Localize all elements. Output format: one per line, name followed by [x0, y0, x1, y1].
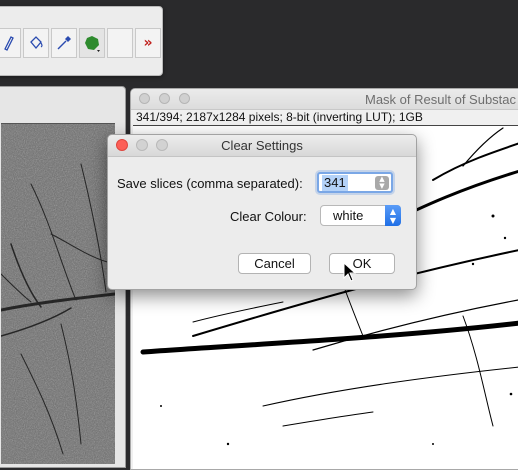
- mask-window-close-icon[interactable]: [139, 93, 150, 104]
- mask-window-zoom-icon[interactable]: [179, 93, 190, 104]
- flood-fill-icon: [30, 36, 43, 50]
- more-tools-label: »: [143, 35, 153, 51]
- slices-input-value: 341: [322, 175, 348, 191]
- mask-window-minimize-icon[interactable]: [159, 93, 170, 104]
- mouse-pointer-icon: [343, 262, 357, 282]
- brush-tool-button[interactable]: [79, 28, 105, 58]
- slices-label: Save slices (comma separated):: [117, 176, 303, 191]
- slices-input[interactable]: 341 ▲ ▼: [317, 172, 393, 193]
- flood-fill-tool-button[interactable]: [23, 28, 49, 58]
- pencil-icon: [4, 36, 14, 51]
- imagej-toolbar: »: [0, 6, 163, 76]
- mask-window-title: Mask of Result of Substac: [365, 92, 517, 107]
- clear-colour-value: white: [333, 208, 364, 223]
- pipette-icon: [57, 36, 71, 50]
- pencil-tool-button[interactable]: [0, 28, 21, 58]
- more-tools-button[interactable]: »: [135, 28, 161, 58]
- dialog-title: Clear Settings: [221, 138, 303, 153]
- empty-tool-button[interactable]: [107, 28, 133, 58]
- green-blob-icon: [85, 36, 100, 52]
- clear-colour-select[interactable]: white ▲ ▼: [320, 205, 401, 226]
- pipette-tool-button[interactable]: [51, 28, 77, 58]
- mask-window-info: 341/394; 2187x1284 pixels; 8-bit (invert…: [136, 110, 423, 124]
- slices-stepper-icon[interactable]: ▲ ▼: [375, 176, 389, 190]
- clear-colour-label: Clear Colour:: [230, 209, 307, 224]
- chevron-updown-icon: ▲ ▼: [385, 205, 401, 226]
- source-stack-image[interactable]: [1, 123, 115, 464]
- clear-settings-dialog: Clear Settings Save slices (comma separa…: [107, 134, 417, 290]
- dialog-titlebar[interactable]: Clear Settings: [108, 135, 416, 157]
- mask-window-titlebar[interactable]: Mask of Result of Substac: [131, 89, 518, 110]
- cancel-button[interactable]: Cancel: [238, 253, 311, 274]
- ok-button[interactable]: OK: [329, 253, 395, 274]
